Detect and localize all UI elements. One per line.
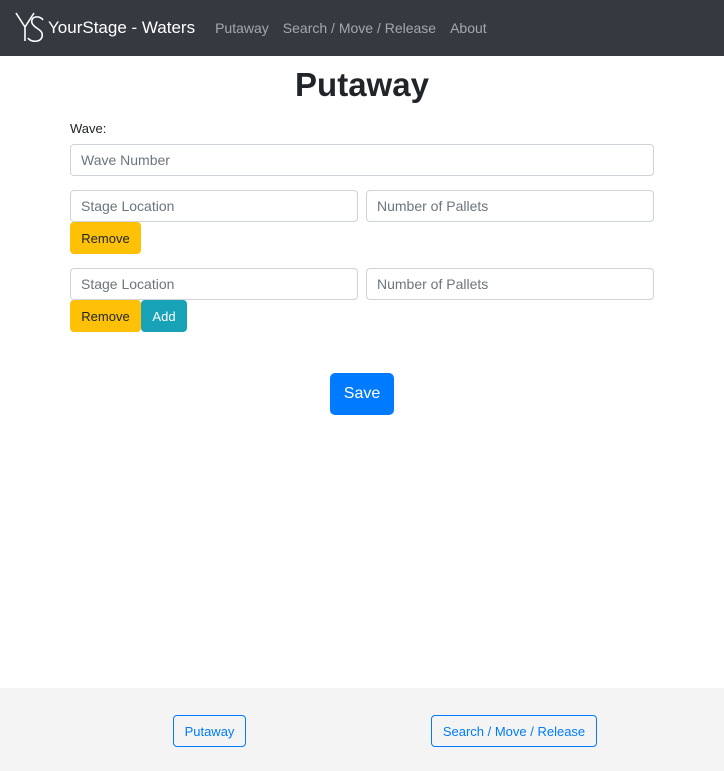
yourstage-logo-icon[interactable] xyxy=(14,10,46,46)
nav-link-search-move-release[interactable]: Search / Move / Release xyxy=(283,20,436,36)
remove-button-2[interactable]: Remove xyxy=(70,300,141,332)
wave-label: Wave: xyxy=(70,121,107,136)
footer: Putaway Search / Move / Release xyxy=(0,688,724,771)
nav-link-putaway[interactable]: Putaway xyxy=(215,20,269,36)
number-of-pallets-input-1[interactable] xyxy=(366,190,654,222)
brand-title[interactable]: YourStage - Waters xyxy=(48,18,195,38)
number-of-pallets-input-2[interactable] xyxy=(366,268,654,300)
navbar: YourStage - Waters Putaway Search / Move… xyxy=(0,0,724,56)
stage-location-input-1[interactable] xyxy=(70,190,358,222)
stage-location-input-2[interactable] xyxy=(70,268,358,300)
page-title: Putaway xyxy=(295,66,429,103)
save-button[interactable]: Save xyxy=(330,373,394,415)
nav-link-about[interactable]: About xyxy=(450,20,487,36)
footer-putaway-button[interactable]: Putaway xyxy=(173,715,246,747)
remove-button-1[interactable]: Remove xyxy=(70,222,141,254)
wave-number-input[interactable] xyxy=(70,144,654,176)
footer-search-move-release-button[interactable]: Search / Move / Release xyxy=(431,715,597,747)
add-button[interactable]: Add xyxy=(141,300,187,332)
